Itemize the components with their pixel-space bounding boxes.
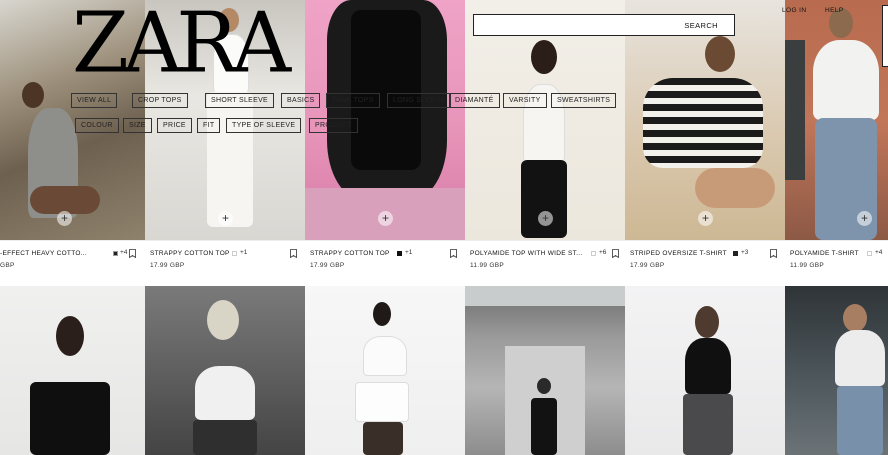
- product-card[interactable]: + STRAPPY COTTON TOP +1 17.99 GBP: [305, 0, 465, 286]
- filter-price[interactable]: PRICE: [157, 118, 192, 133]
- filter-size[interactable]: SIZE: [123, 118, 152, 133]
- bookmark-icon[interactable]: [450, 249, 457, 258]
- bookmark-icon[interactable]: [612, 249, 619, 258]
- chip-long-sleeve[interactable]: LONG SLEEVE: [387, 93, 452, 108]
- chip-short-sleeve[interactable]: SHORT SLEEVE: [205, 93, 275, 108]
- product-image[interactable]: +: [785, 0, 888, 240]
- add-to-cart-icon[interactable]: +: [57, 211, 72, 226]
- zara-logo[interactable]: ZARA: [72, 2, 291, 86]
- product-price: 11.99 GBP: [790, 262, 825, 269]
- more-colors-count: +3: [741, 249, 749, 256]
- product-name[interactable]: POLYAMIDE T-SHIRT: [790, 250, 859, 257]
- color-swatch[interactable]: [397, 251, 402, 256]
- chip-varsity[interactable]: VARSITY: [503, 93, 547, 108]
- bookmark-icon[interactable]: [770, 249, 777, 258]
- color-swatch[interactable]: [867, 251, 872, 256]
- add-to-cart-icon[interactable]: +: [857, 211, 872, 226]
- chip-view-all[interactable]: VIEW ALL: [71, 93, 118, 108]
- color-swatch[interactable]: [113, 251, 118, 256]
- product-info: POLYAMIDE TOP WITH WIDE ST... +6 11.99 G…: [465, 240, 625, 286]
- help-link[interactable]: HELP: [825, 7, 844, 14]
- product-card[interactable]: [465, 286, 625, 455]
- more-colors-count: +1: [405, 249, 413, 256]
- product-name[interactable]: STRAPPY COTTON TOP: [310, 250, 390, 257]
- product-image[interactable]: [785, 286, 888, 455]
- search-field[interactable]: SEARCH: [473, 14, 735, 36]
- product-price: 11.99 GBP: [470, 262, 505, 269]
- product-image[interactable]: +: [625, 0, 785, 240]
- filter-type-of-sleeve[interactable]: TYPE OF SLEEVE: [226, 118, 302, 133]
- product-image[interactable]: [0, 286, 145, 455]
- add-to-cart-icon[interactable]: +: [538, 211, 553, 226]
- bookmark-icon[interactable]: [129, 249, 136, 258]
- more-colors-count: +1: [240, 249, 248, 256]
- product-image[interactable]: [145, 286, 305, 455]
- chip-tank-tops[interactable]: TANK TOPS: [326, 93, 380, 108]
- product-name[interactable]: -EFFECT HEAVY COTTO...: [0, 250, 87, 257]
- product-card[interactable]: + POLYAMIDE T-SHIRT +4 11.99 GBP: [785, 0, 888, 286]
- more-colors-count: +6: [599, 249, 607, 256]
- product-name[interactable]: STRIPED OVERSIZE T-SHIRT: [630, 250, 727, 257]
- chip-sweatshirts[interactable]: SWEATSHIRTS: [551, 93, 617, 108]
- product-name[interactable]: STRAPPY COTTON TOP: [150, 250, 230, 257]
- product-image[interactable]: [305, 286, 465, 455]
- add-to-cart-icon[interactable]: +: [698, 211, 713, 226]
- login-link[interactable]: LOG IN: [782, 7, 806, 14]
- filter-colour[interactable]: COLOUR: [75, 118, 119, 133]
- chip-crop-tops[interactable]: CROP TOPS: [132, 93, 188, 108]
- more-colors-count: +4: [120, 249, 128, 256]
- product-info: POLYAMIDE T-SHIRT +4 11.99 GBP: [785, 240, 888, 286]
- product-image[interactable]: [625, 286, 785, 455]
- product-info: STRIPED OVERSIZE T-SHIRT +3 17.99 GBP: [625, 240, 785, 286]
- product-price: 17.99 GBP: [310, 262, 345, 269]
- filter-fit[interactable]: FIT: [197, 118, 221, 133]
- chip-diamante[interactable]: DIAMANTÉ: [449, 93, 500, 108]
- more-colors-count: +4: [875, 249, 883, 256]
- product-card[interactable]: [0, 286, 145, 455]
- product-price: GBP: [0, 262, 15, 269]
- bookmark-icon[interactable]: [290, 249, 297, 258]
- add-to-cart-icon[interactable]: +: [378, 211, 393, 226]
- filter-product[interactable]: PRODUCT: [309, 118, 358, 133]
- product-info: STRAPPY COTTON TOP +1 17.99 GBP: [145, 240, 305, 286]
- product-price: 17.99 GBP: [150, 262, 185, 269]
- color-swatch[interactable]: [733, 251, 738, 256]
- product-price: 17.99 GBP: [630, 262, 665, 269]
- product-card[interactable]: + STRIPED OVERSIZE T-SHIRT +3 17.99 GBP: [625, 0, 785, 286]
- add-to-cart-icon[interactable]: +: [218, 211, 233, 226]
- product-card[interactable]: [145, 286, 305, 455]
- product-card[interactable]: [305, 286, 465, 455]
- product-name[interactable]: POLYAMIDE TOP WITH WIDE ST...: [470, 250, 582, 257]
- product-card[interactable]: + POLYAMIDE TOP WITH WIDE ST... +6 11.99…: [465, 0, 625, 286]
- color-swatch[interactable]: [591, 251, 596, 256]
- cart-panel-edge[interactable]: [882, 5, 888, 67]
- search-label[interactable]: SEARCH: [684, 21, 718, 30]
- product-card[interactable]: [625, 286, 785, 455]
- color-swatch[interactable]: [232, 251, 237, 256]
- chip-basics[interactable]: BASICS: [281, 93, 321, 108]
- product-info: STRAPPY COTTON TOP +1 17.99 GBP: [305, 240, 465, 286]
- product-image[interactable]: [465, 286, 625, 455]
- product-info: -EFFECT HEAVY COTTO... +4 GBP: [0, 240, 145, 286]
- product-card[interactable]: [785, 286, 888, 455]
- product-image[interactable]: +: [465, 0, 625, 240]
